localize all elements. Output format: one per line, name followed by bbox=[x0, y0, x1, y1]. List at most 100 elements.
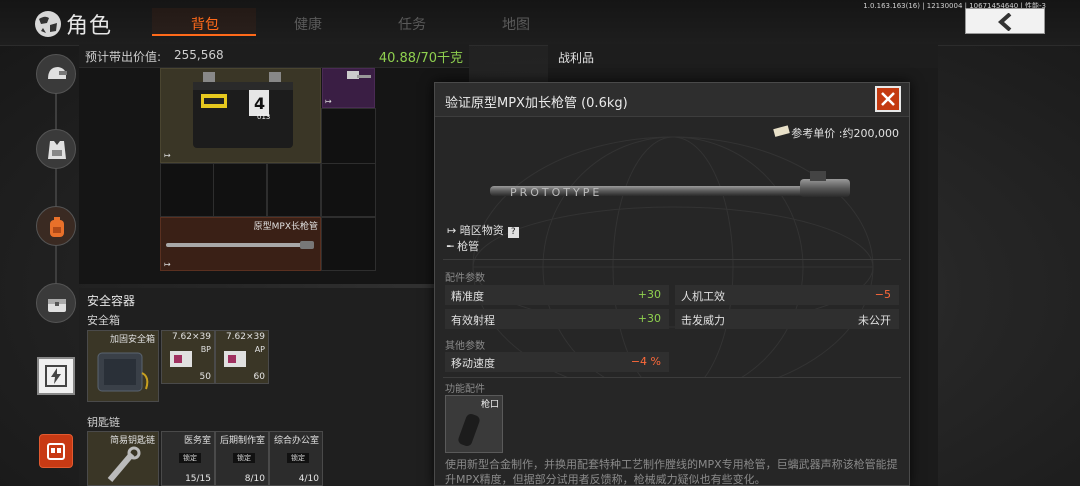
extract-icon: ↦ bbox=[325, 97, 332, 106]
top-bar: 角色 背包 健康 任务 地图 1.0.163.163(16) | 1213000… bbox=[0, 0, 1080, 46]
type-row: ╾ 枪管 bbox=[447, 238, 479, 254]
stat-ergonomics: 人机工效 −5 bbox=[675, 285, 899, 305]
key-medical-item[interactable]: 医务室 锁定 15/15 bbox=[161, 431, 215, 486]
stat-value: −5 bbox=[874, 288, 891, 301]
back-button[interactable] bbox=[965, 8, 1045, 34]
ammo-type: AP bbox=[254, 345, 265, 354]
stat-label: 人机工效 bbox=[681, 290, 725, 303]
tab-backpack[interactable]: 背包 bbox=[191, 14, 219, 34]
ammo-caliber: 7.62×39 bbox=[171, 332, 211, 342]
key-office-item[interactable]: 综合办公室 锁定 4/10 bbox=[269, 431, 323, 486]
muzzle-slot[interactable]: 枪口 bbox=[445, 395, 503, 453]
stat-power: 击发威力 未公开 bbox=[675, 309, 899, 329]
rig-icon bbox=[47, 443, 65, 460]
ammo-bp-item[interactable]: 7.62×39 BP 50 bbox=[161, 330, 215, 384]
ammo-box-icon bbox=[224, 351, 246, 367]
stat-label: 击发威力 bbox=[681, 314, 725, 327]
lightning-box-icon bbox=[45, 365, 67, 387]
value-amount: 255,568 bbox=[174, 48, 224, 62]
hammer-icon bbox=[347, 71, 371, 79]
battery-item[interactable]: 4 013 ↦ bbox=[160, 68, 321, 163]
ammo-box-icon bbox=[170, 351, 192, 367]
sidebar-item-pouch[interactable] bbox=[36, 283, 76, 323]
key-icon bbox=[107, 446, 141, 482]
ammo-count: 60 bbox=[253, 372, 265, 382]
sidebar-item-special[interactable] bbox=[39, 434, 73, 468]
key-uses: 8/10 bbox=[244, 474, 265, 484]
key-name: 医务室 bbox=[183, 436, 211, 446]
popup-bg-globe bbox=[472, 136, 874, 377]
barrel-item[interactable]: 原型MPX长枪管 ↦ bbox=[160, 217, 321, 271]
secure-box-label: 安全箱 bbox=[87, 314, 120, 327]
stat-value: +30 bbox=[637, 288, 661, 301]
extract-icon: ↦ bbox=[164, 151, 171, 160]
key-name: 后期制作室 bbox=[219, 436, 265, 446]
key-name: 综合办公室 bbox=[273, 436, 319, 446]
key-uses: 4/10 bbox=[298, 474, 319, 484]
ammo-type: BP bbox=[200, 345, 211, 354]
stat-value: +30 bbox=[637, 312, 661, 325]
sidebar-item-helmet[interactable] bbox=[36, 54, 76, 94]
tab-health[interactable]: 健康 bbox=[294, 14, 322, 34]
grid-cell[interactable] bbox=[321, 108, 376, 164]
grid-cell[interactable] bbox=[321, 163, 376, 217]
barrel-item-name: 原型MPX长枪管 bbox=[253, 222, 318, 232]
value-label: 预计带出价值: bbox=[85, 50, 162, 64]
grid-cell[interactable] bbox=[213, 163, 267, 217]
key-postprod-item[interactable]: 后期制作室 锁定 8/10 bbox=[215, 431, 269, 486]
muzzle-slot-label: 枪口 bbox=[480, 400, 499, 410]
loot-title: 战利品 bbox=[558, 51, 595, 65]
money-icon bbox=[773, 125, 790, 137]
secure-box-item[interactable]: 加固安全箱 bbox=[87, 330, 159, 402]
divider bbox=[443, 259, 901, 260]
ammo-caliber: 7.62×39 bbox=[225, 332, 265, 342]
sidebar-item-backpack[interactable] bbox=[36, 206, 76, 246]
pouch-icon bbox=[48, 299, 66, 312]
hammer-item[interactable]: ↦ bbox=[322, 68, 375, 108]
grid-cell[interactable] bbox=[267, 163, 321, 217]
help-icon[interactable]: ? bbox=[507, 227, 519, 238]
sidebar-item-armor[interactable] bbox=[36, 129, 76, 169]
grid-cell[interactable] bbox=[321, 217, 376, 271]
value-bar: 预计带出价值: 255,568 40.88/70千克 bbox=[79, 44, 469, 68]
popup-header: 验证原型MPX加长枪管 (0.6kg) bbox=[435, 83, 909, 117]
stat-label: 有效射程 bbox=[451, 314, 495, 327]
stat-range: 有效射程 +30 bbox=[445, 309, 669, 329]
stat-accuracy: 精准度 +30 bbox=[445, 285, 669, 305]
backpack-icon bbox=[50, 217, 64, 237]
battery-code: 013 bbox=[257, 113, 271, 121]
keychain-label: 钥匙链 bbox=[87, 416, 120, 429]
key-uses: 15/15 bbox=[185, 474, 211, 484]
battery-icon bbox=[193, 72, 293, 148]
category-label: 暗区物资 bbox=[459, 224, 504, 237]
key-lock-status: 锁定 bbox=[179, 453, 201, 463]
svg-text:PROTOTYPE: PROTOTYPE bbox=[510, 186, 602, 199]
ammo-count: 50 bbox=[199, 372, 211, 382]
grid-cell[interactable] bbox=[160, 163, 214, 217]
type-label: 枪管 bbox=[457, 240, 480, 253]
secure-box-name: 加固安全箱 bbox=[109, 335, 155, 345]
battery-label: 4 bbox=[254, 94, 266, 113]
attachment-params-label: 配件参数 bbox=[445, 273, 485, 284]
tab-map[interactable]: 地图 bbox=[502, 14, 530, 34]
close-icon bbox=[881, 92, 895, 106]
other-params-label: 其他参数 bbox=[445, 341, 485, 352]
tab-underline bbox=[152, 34, 256, 36]
barrel-small-icon bbox=[166, 241, 314, 249]
gun-icon: ╾ bbox=[447, 240, 458, 253]
sidebar-item-secure[interactable] bbox=[37, 357, 75, 395]
keychain-item[interactable]: 简易钥匙链 bbox=[87, 431, 159, 486]
chevron-left-icon bbox=[997, 13, 1012, 31]
tab-tasks[interactable]: 任务 bbox=[398, 14, 426, 34]
stat-value: −4 % bbox=[630, 355, 661, 368]
secure-title: 安全容器 bbox=[87, 294, 136, 308]
extract-icon: ↦ bbox=[447, 224, 460, 237]
close-button[interactable] bbox=[875, 86, 901, 112]
key-lock-status: 锁定 bbox=[233, 453, 255, 463]
key-lock-status: 锁定 bbox=[287, 453, 309, 463]
weight-indicator: 40.88/70千克 bbox=[378, 51, 463, 66]
item-detail-popup: 验证原型MPX加长枪管 (0.6kg) 参考单价 :约200,000 PROTO… bbox=[434, 82, 910, 486]
ammo-ap-item[interactable]: 7.62×39 AP 60 bbox=[215, 330, 269, 384]
loot-bar: 战利品 bbox=[548, 44, 938, 68]
function-attachment-label: 功能配件 bbox=[445, 384, 485, 395]
